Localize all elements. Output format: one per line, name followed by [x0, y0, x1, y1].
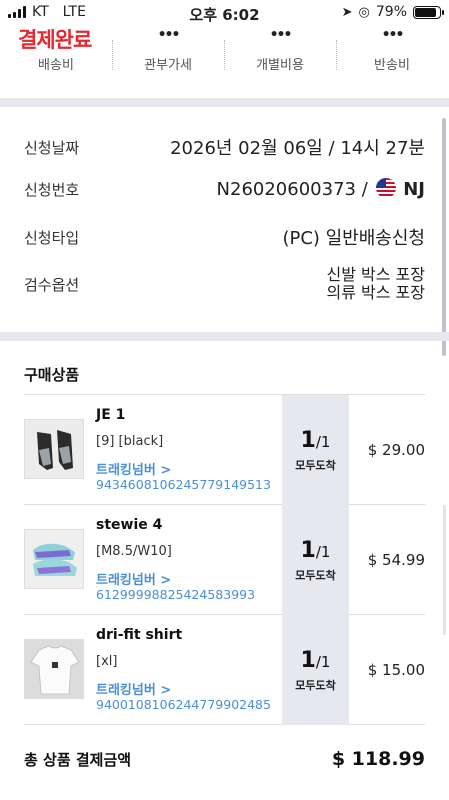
- application-number-row: 신청번호 N26020600373 / NJ: [24, 178, 425, 200]
- product-name: JE 1: [96, 407, 126, 423]
- application-type-value: (PC) 일반배송신청: [282, 228, 425, 249]
- quantity-cell: 1/1 모두도착: [282, 505, 349, 615]
- product-list: JE 1 [9] [black] 트래킹넘버 > 943460810624577…: [24, 394, 425, 725]
- more-icon: •••: [157, 27, 181, 43]
- total-row: 총 상품 결제금액 $ 118.99: [24, 748, 425, 770]
- product-price: $ 29.00: [367, 441, 425, 459]
- more-icon: •••: [381, 27, 405, 43]
- application-number-label: 신청번호: [24, 180, 80, 199]
- total-value: $ 118.99: [331, 748, 425, 770]
- products-title: 구매상품: [24, 366, 80, 384]
- inspection-option: 의류 박스 포장: [326, 283, 426, 302]
- tab-label: 배송비: [38, 58, 74, 73]
- location-icon: ➤: [341, 4, 353, 20]
- inspection-option: 신발 박스 포장: [326, 265, 426, 284]
- product-option: [9] [black]: [96, 434, 164, 449]
- quantity-total: /1: [315, 653, 331, 671]
- section-divider: [0, 98, 449, 107]
- product-option: [M8.5/W10]: [96, 544, 172, 559]
- product-name: dri-fit shirt: [96, 627, 183, 643]
- application-date-row: 신청날짜 2026년 02월 06일 / 14시 27분: [24, 134, 425, 160]
- product-thumbnail[interactable]: [24, 419, 84, 479]
- inspection-option-label: 검수옵션: [24, 275, 80, 294]
- product-thumbnail[interactable]: [24, 639, 84, 699]
- tab-return-fee[interactable]: ••• 반송비: [336, 26, 448, 76]
- inspection-option-row: 검수옵션 신발 박스 포장 의류 박스 포장: [24, 266, 425, 302]
- tracking-number[interactable]: 61299998825424583993: [96, 587, 255, 602]
- tab-label: 개별비용: [256, 58, 304, 73]
- quantity-cell: 1/1 모두도착: [282, 615, 349, 725]
- product-option: [xl]: [96, 654, 118, 669]
- tracking-number[interactable]: 9434608106245779149513: [96, 477, 271, 492]
- arrival-status: 모두도착: [295, 459, 336, 472]
- application-type-label: 신청타입: [24, 228, 80, 247]
- application-type-row: 신청타입 (PC) 일반배송신청: [24, 224, 425, 250]
- product-price: $ 15.00: [367, 661, 425, 679]
- product-thumbnail[interactable]: [24, 529, 84, 589]
- more-icon: •••: [269, 27, 293, 43]
- region-code: NJ: [403, 179, 425, 200]
- rotation-lock-icon: ◎: [358, 4, 370, 20]
- product-name: stewie 4: [96, 517, 163, 533]
- battery-icon: [413, 5, 444, 19]
- product-row: JE 1 [9] [black] 트래킹넘버 > 943460810624577…: [24, 395, 425, 505]
- tab-customs-tax[interactable]: ••• 관부가세: [112, 26, 224, 76]
- tab-shipping-fee[interactable]: ••• 배송비: [0, 26, 112, 76]
- total-label: 총 상품 결제금액: [24, 750, 132, 769]
- scrollbar[interactable]: [442, 118, 446, 356]
- quantity-total: /1: [315, 543, 331, 561]
- tab-label: 관부가세: [144, 58, 192, 73]
- tracking-link[interactable]: 트래킹넘버 >: [96, 679, 171, 698]
- quantity-cell: 1/1 모두도착: [282, 395, 349, 505]
- tracking-number[interactable]: 9400108106244779902485: [96, 697, 271, 712]
- tracking-link[interactable]: 트래킹넘버 >: [96, 569, 171, 588]
- section-divider: [0, 332, 449, 341]
- product-price: $ 54.99: [367, 551, 425, 569]
- application-number-value: N26020600373 /: [216, 179, 368, 200]
- quantity-arrived: 1: [300, 538, 316, 563]
- arrival-status: 모두도착: [295, 569, 336, 582]
- us-flag-icon: [375, 178, 396, 198]
- quantity-arrived: 1: [300, 648, 316, 673]
- tab-individual-cost[interactable]: ••• 개별비용: [224, 26, 336, 76]
- application-date-value: 2026년 02월 06일 / 14시 27분: [170, 138, 425, 159]
- status-bar: KT LTE 오후 6:02 ➤ ◎ 79%: [0, 0, 449, 26]
- cost-tabs: 결제완료 ••• 배송비 ••• 관부가세 ••• 개별비용 ••• 반송비: [0, 26, 449, 76]
- battery-percent: 79%: [375, 4, 407, 20]
- inspection-options: 신발 박스 포장 의류 박스 포장: [327, 266, 426, 302]
- product-row: stewie 4 [M8.5/W10] 트래킹넘버 > 612999988254…: [24, 505, 425, 615]
- tracking-link[interactable]: 트래킹넘버 >: [96, 459, 171, 478]
- tab-label: 반송비: [374, 58, 410, 73]
- arrival-status: 모두도착: [295, 679, 336, 692]
- application-date-label: 신청날짜: [24, 138, 80, 157]
- quantity-total: /1: [315, 433, 331, 451]
- quantity-arrived: 1: [300, 428, 316, 453]
- scrollbar[interactable]: [443, 505, 446, 635]
- product-row: dri-fit shirt [xl] 트래킹넘버 > 9400108106244…: [24, 615, 425, 725]
